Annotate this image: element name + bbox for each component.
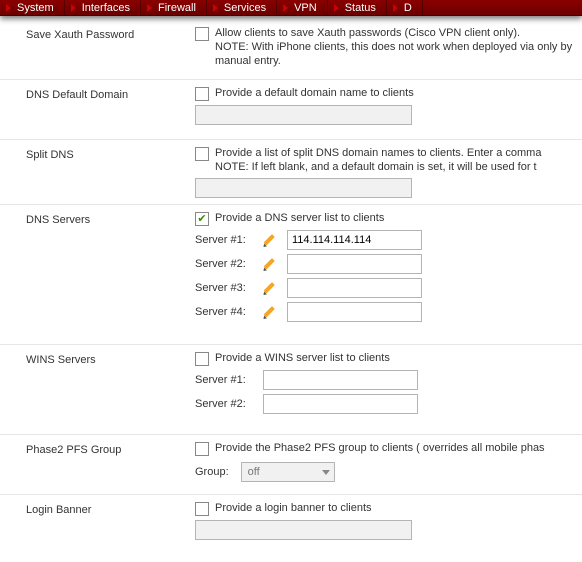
dns-domain-desc: Provide a default domain name to clients xyxy=(215,86,414,100)
nav-item-status[interactable]: Status xyxy=(328,0,387,15)
wins-servers-checkbox[interactable] xyxy=(195,352,209,366)
arrow-icon xyxy=(213,4,218,12)
label-dns-domain: DNS Default Domain xyxy=(0,86,185,133)
nav-item-vpn[interactable]: VPN xyxy=(277,0,328,15)
split-dns-checkbox[interactable] xyxy=(195,147,209,161)
pencil-icon xyxy=(263,256,279,272)
row-split-dns: Split DNS Provide a list of split DNS do… xyxy=(0,140,582,205)
arrow-icon xyxy=(6,4,11,12)
xauth-desc: Allow clients to save Xauth passwords (C… xyxy=(215,26,578,68)
split-dns-input[interactable] xyxy=(195,178,412,198)
label-login-banner: Login Banner xyxy=(0,501,185,549)
wins-server-line-2: Server #2: xyxy=(195,394,578,414)
form-area: Save Xauth Password Allow clients to sav… xyxy=(0,16,582,555)
login-banner-input[interactable] xyxy=(195,520,412,540)
row-wins-servers: WINS Servers Provide a WINS server list … xyxy=(0,345,582,435)
dns-server-4-input[interactable] xyxy=(287,302,422,322)
chevron-down-icon xyxy=(322,470,330,475)
dns-server-line-2: Server #2: xyxy=(195,254,578,274)
pencil-icon xyxy=(263,280,279,296)
dns-server-line-3: Server #3: xyxy=(195,278,578,298)
label-pfs: Phase2 PFS Group xyxy=(0,441,185,488)
arrow-icon xyxy=(71,4,76,12)
dns-server-1-input[interactable] xyxy=(287,230,422,250)
login-banner-checkbox[interactable] xyxy=(195,502,209,516)
dns-server-1-label: Server #1: xyxy=(195,234,255,246)
arrow-icon xyxy=(147,4,152,12)
nav-item-interfaces[interactable]: Interfaces xyxy=(65,0,141,15)
dns-servers-checkbox[interactable] xyxy=(195,212,209,226)
row-dns-domain: DNS Default Domain Provide a default dom… xyxy=(0,80,582,140)
dns-domain-checkbox[interactable] xyxy=(195,87,209,101)
arrow-icon xyxy=(334,4,339,12)
wins-server-1-label: Server #1: xyxy=(195,374,255,386)
label-xauth: Save Xauth Password xyxy=(0,26,185,73)
dns-server-3-label: Server #3: xyxy=(195,282,255,294)
wins-server-1-input[interactable] xyxy=(263,370,418,390)
nav-item-services[interactable]: Services xyxy=(207,0,277,15)
login-banner-desc: Provide a login banner to clients xyxy=(215,501,372,515)
pfs-desc: Provide the Phase2 PFS group to clients … xyxy=(215,441,545,455)
row-xauth: Save Xauth Password Allow clients to sav… xyxy=(0,20,582,80)
dns-server-line-1: Server #1: xyxy=(195,230,578,250)
row-login-banner: Login Banner Provide a login banner to c… xyxy=(0,495,582,555)
dns-server-3-input[interactable] xyxy=(287,278,422,298)
pfs-checkbox[interactable] xyxy=(195,442,209,456)
wins-server-2-label: Server #2: xyxy=(195,398,255,410)
pfs-group-select[interactable]: off xyxy=(241,462,335,482)
pencil-icon xyxy=(263,304,279,320)
xauth-checkbox[interactable] xyxy=(195,27,209,41)
pfs-group-value: off xyxy=(248,466,260,478)
dns-domain-input[interactable] xyxy=(195,105,412,125)
dns-servers-desc: Provide a DNS server list to clients xyxy=(215,211,384,225)
wins-server-line-1: Server #1: xyxy=(195,370,578,390)
row-pfs: Phase2 PFS Group Provide the Phase2 PFS … xyxy=(0,435,582,495)
split-dns-desc: Provide a list of split DNS domain names… xyxy=(215,146,541,174)
nav-item-system[interactable]: System xyxy=(0,0,65,15)
arrow-icon xyxy=(393,4,398,12)
dns-server-line-4: Server #4: xyxy=(195,302,578,322)
arrow-icon xyxy=(283,4,288,12)
top-nav: System Interfaces Firewall Services VPN … xyxy=(0,0,582,16)
dns-server-2-label: Server #2: xyxy=(195,258,255,270)
wins-servers-desc: Provide a WINS server list to clients xyxy=(215,351,390,365)
nav-item-d[interactable]: D xyxy=(387,0,423,15)
label-dns-servers: DNS Servers xyxy=(0,211,185,338)
label-wins-servers: WINS Servers xyxy=(0,351,185,428)
dns-server-4-label: Server #4: xyxy=(195,306,255,318)
pfs-group-label: Group: xyxy=(195,466,229,478)
label-split-dns: Split DNS xyxy=(0,146,185,198)
wins-server-2-input[interactable] xyxy=(263,394,418,414)
row-dns-servers: DNS Servers Provide a DNS server list to… xyxy=(0,205,582,345)
dns-server-2-input[interactable] xyxy=(287,254,422,274)
nav-item-firewall[interactable]: Firewall xyxy=(141,0,207,15)
pencil-icon xyxy=(263,232,279,248)
